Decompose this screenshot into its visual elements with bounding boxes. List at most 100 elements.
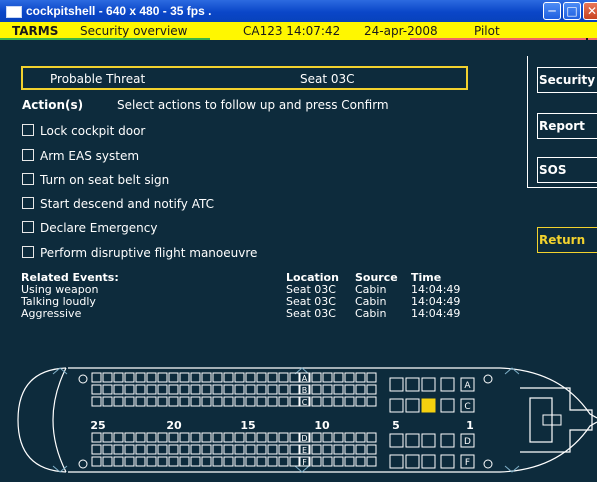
seat-map-graphic[interactable]: ABCDEFACDF25 20 15 10 5 1 [0, 358, 597, 482]
seat [389, 454, 404, 469]
seat [179, 444, 190, 455]
sos-button[interactable]: SOS [537, 157, 597, 183]
seat [366, 396, 377, 407]
action-option[interactable]: Turn on seat belt sign [22, 173, 169, 187]
cabin-seat-map[interactable]: A B C D E F A C D F 25 20 15 10 5 1 [0, 358, 597, 482]
seat [355, 456, 366, 467]
seat [157, 444, 168, 455]
seat [278, 444, 289, 455]
seat [102, 384, 113, 395]
seat-letter: F [465, 458, 470, 468]
security-button[interactable]: Security [537, 67, 597, 93]
action-option[interactable]: Lock cockpit door [22, 124, 145, 138]
seat [333, 456, 344, 467]
seat [124, 396, 135, 407]
seat [405, 398, 420, 413]
row-number: 25 [90, 419, 105, 432]
seat [405, 433, 420, 448]
seat-letter: E [302, 446, 307, 455]
lavatory-icon [78, 459, 88, 469]
seat [212, 432, 223, 443]
seat [267, 396, 278, 407]
seat [245, 396, 256, 407]
seat [366, 444, 377, 455]
app-window-icon [6, 6, 22, 18]
seat [168, 384, 179, 395]
seat [333, 432, 344, 443]
seat [322, 384, 333, 395]
seat [344, 456, 355, 467]
seat [102, 396, 113, 407]
seat [389, 433, 404, 448]
checkbox[interactable] [22, 197, 34, 209]
lavatory-icon [483, 374, 493, 384]
report-button[interactable]: Report [537, 113, 597, 139]
seat [267, 432, 278, 443]
action-label: Turn on seat belt sign [40, 173, 170, 187]
seat [223, 372, 234, 383]
user-role: Pilot [474, 24, 500, 38]
seat [322, 372, 333, 383]
checkbox[interactable] [22, 173, 34, 185]
action-option[interactable]: Perform disruptive flight manoeuvre [22, 246, 257, 260]
seat [366, 384, 377, 395]
window-titlebar[interactable]: cockpitshell - 640 x 480 - 35 fps . ─ □ … [0, 0, 597, 22]
seat [344, 432, 355, 443]
actions-header: Action(s) Select actions to follow up an… [22, 98, 389, 112]
seat [311, 384, 322, 395]
lavatory-icon [78, 374, 88, 384]
seat [190, 396, 201, 407]
seat [135, 444, 146, 455]
seat [135, 372, 146, 383]
seat [311, 432, 322, 443]
seat [311, 396, 322, 407]
seat-letter: D [464, 437, 471, 447]
seat [201, 396, 212, 407]
threat-location: Seat 03C [300, 72, 355, 86]
seat-letter: D [301, 434, 307, 443]
seat [91, 372, 102, 383]
seat [278, 384, 289, 395]
action-option[interactable]: Declare Emergency [22, 221, 157, 235]
side-panel: Security Report SOS Return [527, 40, 597, 358]
checkbox[interactable] [22, 221, 34, 233]
minimize-button[interactable]: ─ [543, 2, 561, 20]
seat [223, 396, 234, 407]
action-option[interactable]: Arm EAS system [22, 149, 139, 163]
seat [113, 384, 124, 395]
seat [168, 396, 179, 407]
checkbox[interactable] [22, 124, 34, 136]
seat [355, 372, 366, 383]
seat [190, 444, 201, 455]
seat [135, 432, 146, 443]
seat [256, 372, 267, 383]
seat [355, 444, 366, 455]
seat [179, 384, 190, 395]
seat [256, 444, 267, 455]
seat [212, 384, 223, 395]
seat [289, 396, 300, 407]
seat [124, 372, 135, 383]
seat [190, 432, 201, 443]
lavatory-icon [483, 459, 493, 469]
return-button[interactable]: Return [537, 227, 597, 253]
seat [267, 456, 278, 467]
seat [245, 384, 256, 395]
seat-letter: F [302, 458, 307, 467]
maximize-button[interactable]: □ [563, 2, 581, 20]
seat [289, 384, 300, 395]
seat [405, 454, 420, 469]
seat [190, 372, 201, 383]
seat [311, 372, 322, 383]
checkbox[interactable] [22, 246, 34, 258]
checkbox[interactable] [22, 149, 34, 161]
seat [245, 456, 256, 467]
seat [278, 456, 289, 467]
action-option[interactable]: Start descend and notify ATC [22, 197, 214, 211]
seat [124, 444, 135, 455]
seat [102, 456, 113, 467]
minimize-icon: ─ [548, 4, 556, 18]
close-button[interactable]: ✕ [583, 2, 597, 20]
seat [190, 384, 201, 395]
seat [146, 456, 157, 467]
